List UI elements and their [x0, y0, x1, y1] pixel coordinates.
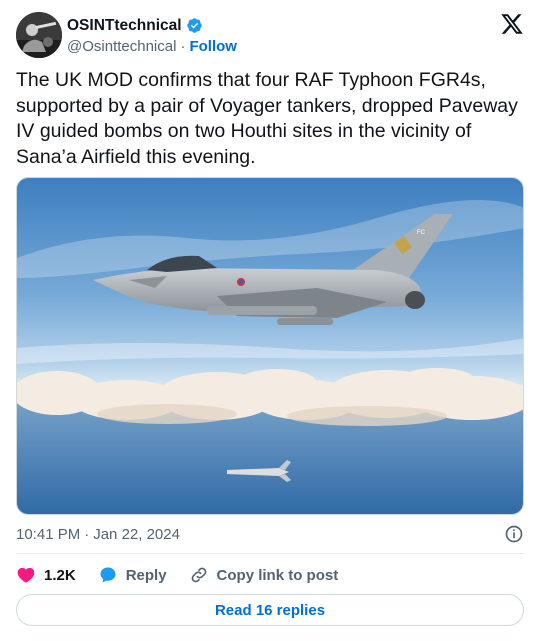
read-replies-label: Read 16 replies	[214, 601, 326, 619]
tweet-embed-card: OSINTtechnical @Osinttechnical · Follow …	[0, 0, 540, 641]
reply-bubble-icon	[100, 567, 116, 583]
author-names: OSINTtechnical @Osinttechnical · Follow	[67, 16, 237, 56]
tweet-time[interactable]: 10:41 PM	[16, 526, 80, 543]
verified-badge-icon	[186, 18, 202, 33]
author-handle[interactable]: @Osinttechnical	[67, 38, 176, 55]
info-icon[interactable]	[504, 524, 524, 544]
heart-icon	[17, 567, 35, 583]
typhoon-jet-photo: FC	[17, 178, 523, 514]
reply-label: Reply	[125, 566, 167, 584]
handle-separator: ·	[180, 38, 186, 55]
link-icon	[191, 567, 206, 583]
tweet-header: OSINTtechnical @Osinttechnical · Follow	[16, 12, 524, 60]
display-name[interactable]: OSINTtechnical	[67, 17, 182, 35]
copy-link-label: Copy link to post	[216, 566, 339, 584]
tail-code: FC	[417, 230, 426, 236]
meta-separator: ·	[84, 525, 90, 543]
tweet-date[interactable]: Jan 22, 2024	[93, 526, 180, 543]
tweet-meta: 10:41 PM · Jan 22, 2024	[16, 524, 524, 544]
action-bar: 1.2K Reply Copy link to post	[16, 562, 360, 588]
avatar[interactable]	[16, 12, 62, 58]
read-replies-button[interactable]: Read 16 replies	[16, 594, 524, 626]
tweet-image[interactable]: FC	[16, 177, 524, 515]
like-count: 1.2K	[44, 566, 76, 584]
divider	[16, 553, 524, 554]
like-button[interactable]: 1.2K	[16, 565, 76, 585]
avatar-image	[16, 12, 62, 58]
tweet-text: The UK MOD confirms that four RAF Typhoo…	[16, 69, 518, 168]
follow-link[interactable]: Follow	[189, 38, 237, 55]
reply-button[interactable]: Reply	[98, 565, 167, 585]
copy-link-button[interactable]: Copy link to post	[189, 565, 339, 585]
handle-row: @Osinttechnical · Follow	[67, 38, 237, 55]
display-name-row: OSINTtechnical	[67, 16, 237, 35]
x-logo-icon[interactable]	[500, 12, 524, 36]
